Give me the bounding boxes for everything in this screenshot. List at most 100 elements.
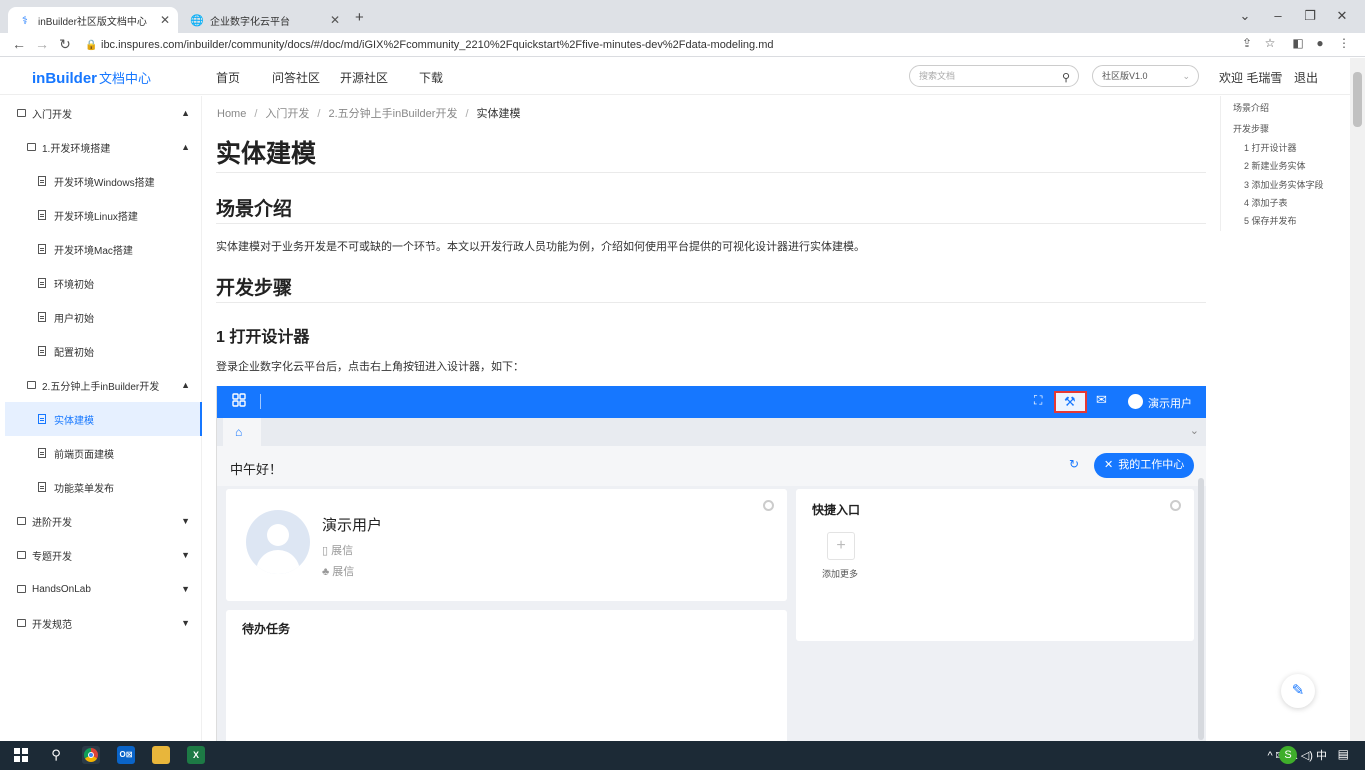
url-field[interactable]: 🔒 ibc.inspures.com/inbuilder/community/do… [85,35,1290,55]
nav-qa[interactable]: 问答社区 [272,69,320,86]
close-window-icon[interactable]: ✕ [1327,8,1357,24]
scene-paragraph: 实体建模对于业务开发是不可或缺的一个环节。本文以开发行政人员功能为例，介绍如何使… [216,241,865,253]
sidebar-item[interactable]: 开发规范 ▼ [5,606,202,640]
toc-item[interactable]: 开发步骤 [1233,122,1269,135]
toc-item[interactable]: 1 打开设计器 [1244,141,1297,154]
chevron-down-icon[interactable]: ⌄ [1230,8,1260,24]
toc-item[interactable]: 5 保存并发布 [1244,214,1297,227]
browser-tab-cloud[interactable]: 🌐 企业数字化云平台 ✕ [180,7,348,33]
sidebar-item-label: 入门开发 [32,109,72,121]
sidebar-item[interactable]: 1.开发环境搭建 ▲ [5,130,202,164]
tab-label: 企业数字化云平台 [210,16,290,28]
app-tray-icon[interactable]: S [1279,746,1297,764]
sidebar-item[interactable]: 专题开发 ▼ [5,538,202,572]
home-icon: ⌂ [235,425,243,439]
chevron-down-icon[interactable]: ▼ [181,550,190,560]
document-icon [38,346,46,356]
search-icon[interactable]: ⚲ [47,746,65,764]
logout-link[interactable]: 退出 [1294,69,1318,86]
folder-icon [17,585,26,593]
sidebar-item[interactable]: 开发环境Linux搭建 [5,198,202,232]
profile-icon[interactable]: ● [1311,36,1329,50]
close-tab-icon[interactable]: ✕ [160,13,170,27]
chevron-down-icon[interactable]: ▼ [181,516,190,526]
chevron-up-icon[interactable]: ▲ [181,108,190,118]
sidebar-item[interactable]: 入门开发 ▲ [5,96,202,130]
excel-icon[interactable]: X [187,746,205,764]
site-logo[interactable]: inBuilder 文档中心 [32,68,151,87]
restore-icon[interactable]: ❐ [1295,8,1325,24]
fullscreen-icon: ⛶ [1034,393,1043,407]
sidebar-item[interactable]: 环境初始 [5,266,202,300]
sidepanel-icon[interactable]: ◧ [1289,36,1307,50]
version-select[interactable]: 社区版V1.0 ⌄ [1092,65,1199,87]
sidebar-item[interactable]: 开发环境Windows搭建 [5,164,202,198]
notification-icon[interactable]: ▤ [1338,747,1349,761]
file-explorer-icon[interactable] [152,746,170,764]
chevron-down-icon[interactable]: ▼ [181,584,190,594]
document-icon [38,278,46,288]
sidebar-item[interactable]: 用户初始 [5,300,202,334]
chevron-down-icon: ⌄ [1182,71,1190,81]
breadcrumb-item[interactable]: 入门开发 [265,108,309,120]
scrollbar-thumb[interactable] [1353,72,1362,127]
sidebar-item[interactable]: 进阶开发 ▼ [5,504,202,538]
mail-icon: ✉ [1096,392,1107,407]
sidebar-item[interactable]: 开发环境Mac搭建 [5,232,202,266]
nav-download[interactable]: 下载 [419,69,443,86]
apps-grid-icon [232,393,246,407]
quick-entry-card: 快捷入口 + 添加更多 [796,489,1194,641]
search-input[interactable]: 搜索文档 ⚲ [909,65,1079,87]
menu-icon[interactable]: ⋮ [1335,36,1353,50]
reload-icon[interactable]: ↻ [56,36,74,53]
nav-opensource[interactable]: 开源社区 [340,69,388,86]
sidebar-item[interactable]: 2.五分钟上手inBuilder开发 ▲ [5,368,202,402]
sidebar-item-label: HandsOnLab [32,583,91,595]
sidebar-item[interactable]: 功能菜单发布 [5,470,202,504]
chevron-up-icon[interactable]: ▲ [181,142,190,152]
toc-item[interactable]: 4 添加子表 [1244,196,1288,209]
embedded-user-menu: 演示用户 [1148,398,1192,410]
breadcrumb-home[interactable]: Home [217,108,246,120]
share-icon[interactable]: ⇪ [1238,36,1256,50]
edit-feedback-button[interactable]: ✎ [1281,674,1315,708]
search-icon[interactable]: ⚲ [1062,68,1070,88]
os-taskbar: ⚲ O⊠ X ^ ✉ ⟁ ◁) 中 S ▤ [0,741,1365,770]
nav-home[interactable]: 首页 [216,69,240,86]
windows-start-icon[interactable] [12,746,30,764]
sidebar-item[interactable]: HandsOnLab ▼ [5,572,202,606]
close-tab-icon[interactable]: ✕ [330,13,340,27]
page-title: 实体建模 [216,140,317,168]
browser-tab-docs[interactable]: ⚕ inBuilder社区版文档中心 ✕ [8,7,178,33]
building-icon: ▯ [322,545,329,557]
sidebar-item[interactable]: 实体建模 [5,402,202,436]
document-icon [38,414,46,424]
forward-icon[interactable]: → [33,36,51,52]
outlook-icon[interactable]: O⊠ [117,746,135,764]
star-icon[interactable]: ☆ [1261,36,1279,50]
table-of-contents: 场景介绍 开发步骤 1 打开设计器 2 新建业务实体 3 添加业务实体字段 4 … [1220,96,1350,231]
todo-card: 待办任务 [226,610,787,741]
home-tab: ⌂ [223,418,261,446]
chrome-icon[interactable] [82,746,100,764]
chevron-down-icon[interactable]: ▼ [181,618,190,628]
breadcrumb-current: 实体建模 [476,108,521,120]
profile-name: 演示用户 [322,517,383,534]
divider [216,302,1206,303]
back-icon[interactable]: ← [10,36,28,52]
page-scrollbar[interactable] [1350,58,1365,741]
sidebar-item-label: 进阶开发 [32,517,72,529]
toc-item[interactable]: 场景介绍 [1233,101,1269,114]
breadcrumb-item[interactable]: 2.五分钟上手inBuilder开发 [328,108,457,120]
toc-item[interactable]: 3 添加业务实体字段 [1244,178,1324,191]
toc-item[interactable]: 2 新建业务实体 [1244,159,1306,172]
shrink-icon: ✕ [1104,459,1114,471]
sidebar-item[interactable]: 配置初始 [5,334,202,368]
browser-tab-bar: ⚕ inBuilder社区版文档中心 ✕ 🌐 企业数字化云平台 ✕ + ⌄ – … [0,0,1365,33]
embedded-top-bar: ⛶ ⚒ ✉ 演示用户 [217,386,1206,418]
minimize-icon[interactable]: – [1263,8,1293,23]
sidebar-item[interactable]: 前端页面建模 [5,436,202,470]
new-tab-button[interactable]: + [355,9,364,26]
embedded-tab-strip: ⌂ ⌄ [217,418,1206,446]
chevron-up-icon[interactable]: ▲ [181,380,190,390]
